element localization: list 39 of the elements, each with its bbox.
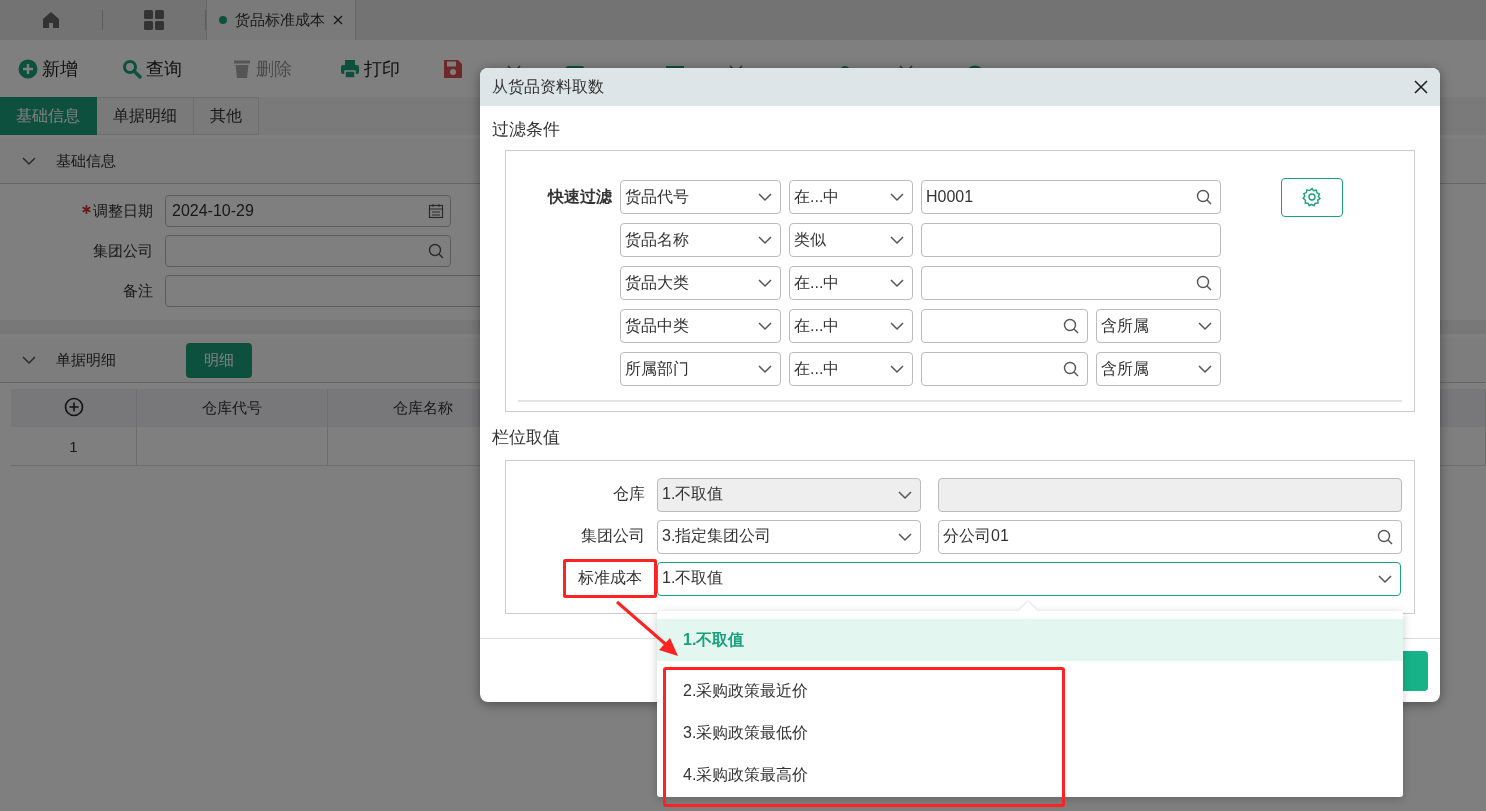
- field-label: 集团公司: [92, 241, 154, 261]
- input-field[interactable]: H0001: [921, 180, 1221, 214]
- toolbar-button[interactable]: 新增: [18, 56, 122, 81]
- dropdown-option[interactable]: 3.采购政策最低价: [666, 712, 1062, 754]
- page-tab[interactable]: 货品标准成本: [206, 0, 356, 40]
- column-label: 集团公司: [580, 526, 646, 546]
- dialog-title: 从货品资料取数: [492, 76, 604, 97]
- field-select[interactable]: 货品中类: [620, 309, 781, 343]
- scope-select[interactable]: 含所属: [1096, 309, 1221, 343]
- column-label: 标准成本: [563, 559, 657, 598]
- field-label: 备注: [122, 281, 154, 301]
- column-header: 仓库代号: [136, 389, 328, 427]
- row-number: 1: [11, 427, 137, 466]
- tab-title: 货品标准成本: [235, 10, 325, 30]
- section-title: 栏位取值: [492, 428, 560, 447]
- field-select[interactable]: 货品名称: [620, 223, 781, 257]
- operator-select[interactable]: 在...中: [789, 180, 913, 214]
- field-select[interactable]: 货品代号: [620, 180, 781, 214]
- dropdown-option[interactable]: 2.采购政策最近价: [666, 670, 1062, 712]
- operator-select[interactable]: 在...中: [789, 266, 913, 300]
- operator-select[interactable]: 在...中: [789, 309, 913, 343]
- dropdown-option[interactable]: 4.采购政策最高价: [666, 754, 1062, 796]
- mode-select[interactable]: 1.不取值: [657, 561, 1401, 596]
- field-select[interactable]: 所属部门: [620, 352, 781, 386]
- input-field[interactable]: 2024-10-29: [165, 195, 451, 227]
- toolbar-button[interactable]: 打印: [340, 56, 443, 81]
- column-label: 仓库: [612, 484, 646, 504]
- field-label: 调整日期: [0, 201, 165, 221]
- section-title: 过滤条件: [492, 120, 560, 139]
- mode-select[interactable]: 3.指定集团公司: [657, 519, 921, 554]
- operator-select[interactable]: 类似: [789, 223, 913, 257]
- section-tab[interactable]: 单据明细: [97, 97, 194, 135]
- toolbar-button[interactable]: 查询: [122, 56, 232, 81]
- operator-select[interactable]: 在...中: [789, 352, 913, 386]
- input-field[interactable]: 分公司01: [938, 519, 1402, 554]
- field-select[interactable]: 货品大类: [620, 266, 781, 300]
- scope-select[interactable]: 含所属: [1096, 352, 1221, 386]
- filter-label: 快速过滤: [546, 186, 612, 207]
- section-tab[interactable]: 其他: [194, 97, 259, 135]
